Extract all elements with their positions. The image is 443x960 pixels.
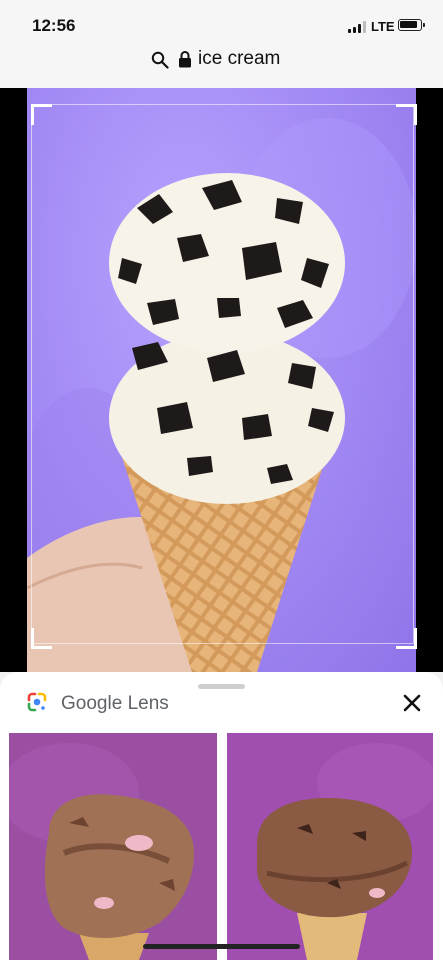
signal-icon [348,21,368,33]
lens-brand: Google [61,693,123,714]
sheet-drag-handle[interactable] [198,684,245,689]
search-icon [151,51,169,69]
chocolate-chip-ice-cream-photo [227,733,433,960]
status-time: 12:56 [32,16,76,35]
search-query[interactable]: ice cream [198,48,280,70]
crop-handle-top-left[interactable] [31,104,52,125]
crop-handle-bottom-left[interactable] [31,628,52,649]
crop-handle-bottom-right[interactable] [396,628,417,649]
crop-handle-top-right[interactable] [396,104,417,125]
google-lens-icon [27,692,47,712]
result-image[interactable] [9,733,217,960]
status-bar: 12:56 LTE [0,0,443,46]
result-image[interactable] [227,733,433,960]
battery-icon [398,19,425,31]
crop-frame[interactable] [31,104,414,644]
chocolate-ice-cream-photo [9,733,217,960]
lock-icon [179,51,191,68]
close-icon[interactable] [400,691,424,715]
network-label: LTE [371,19,395,34]
lens-title: Google Lens [61,693,169,715]
home-indicator[interactable] [143,944,300,949]
lens-product: Lens [127,693,169,714]
